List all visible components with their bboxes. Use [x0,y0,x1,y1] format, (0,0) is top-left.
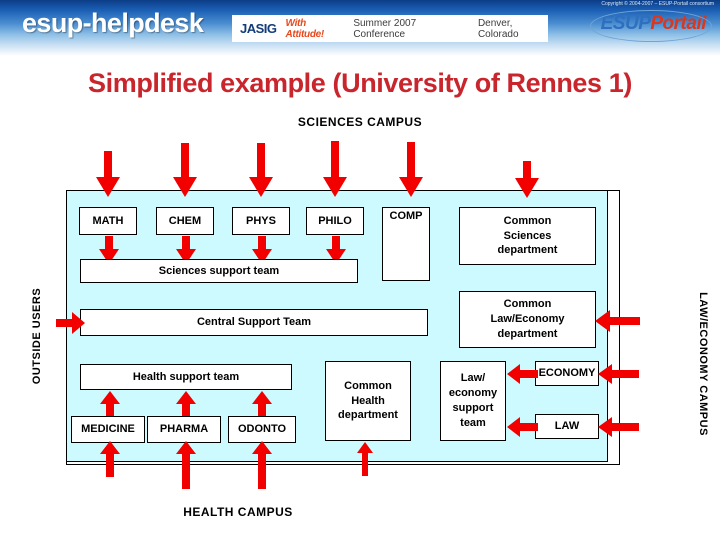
box-central-support-team[interactable]: Central Support Team [80,309,428,336]
arrow-down-common-sciences [512,161,542,200]
box-sciences-support-team[interactable]: Sciences support team [80,259,358,283]
box-line: Common [503,214,552,227]
box-line: Health [351,394,385,407]
arrow-up-common-health-external [356,442,374,476]
box-law[interactable]: LAW [535,414,599,439]
box-math[interactable]: MATH [79,207,137,235]
box-comp[interactable]: COMP [382,207,430,281]
conference-city: Denver, Colorado [477,17,519,40]
esup-helpdesk-logo: esup-helpdesk [22,8,204,38]
esup-logo-text-portail: Portail [650,13,706,34]
arrow-up-pharma-to-support [175,391,197,417]
box-law-economy-support-team[interactable]: Law/ economy support team [440,361,506,441]
arrow-down-phys [246,143,276,199]
arrow-up-medicine-to-support [99,391,121,417]
box-medicine[interactable]: MEDICINE [71,416,145,443]
esup-portail-logo: ESUPPortail [600,13,707,35]
arrow-left-law-to-support [506,416,538,438]
box-line: Law/Economy [490,313,565,326]
box-line: support [452,402,494,414]
box-line: Law/ [460,372,486,385]
arrow-up-odonto-external [251,441,273,489]
box-pharma[interactable]: PHARMA [147,416,221,443]
conference-name: Summer 2007 Conference [353,17,417,40]
arrow-left-law-external [597,416,639,438]
arrow-left-economy-external [597,363,639,385]
box-chem[interactable]: CHEM [156,207,214,235]
box-economy[interactable]: ECONOMY [535,361,599,386]
arrow-left-into-common-law-economy [594,309,640,333]
arrow-up-medicine-external [99,441,121,477]
box-line: economy [448,387,498,400]
jasig-tagline: With Attitude! [285,17,325,40]
box-line: team [460,416,486,429]
box-line: Common [503,298,552,311]
arrow-down-philo [320,141,350,199]
arrow-left-economy-to-support [506,363,538,385]
box-health-support-team[interactable]: Health support team [80,364,292,390]
box-odonto[interactable]: ODONTO [228,416,296,443]
outside-users-label: OUTSIDE USERS [31,287,43,385]
box-phys[interactable]: PHYS [232,207,290,235]
law-economy-campus-label: LAW/ECONOMY CAMPUS [697,292,709,436]
arrow-up-odonto-to-support [251,391,273,417]
arrow-down-math [93,151,123,199]
jasig-logo: JASIG [240,21,277,36]
box-line: department [338,409,398,422]
jasig-conference-banner: JASIG With Attitude! Summer 2007 Confere… [232,15,548,42]
box-line: department [497,327,558,340]
page-header: esup-helpdesk Copyright © 2004-2007 – ES… [0,0,720,56]
arrow-down-chem [170,143,200,199]
box-philo[interactable]: PHILO [306,207,364,235]
arrow-up-pharma-external [175,441,197,489]
box-line: Common [344,379,392,392]
arrow-down-comp [396,142,426,199]
esup-logo-text-esup: ESUP [600,13,651,34]
box-common-sciences-department[interactable]: Common Sciences department [459,207,596,265]
sciences-campus-label: SCIENCES CAMPUS [297,115,423,129]
copyright-notice: Copyright © 2004-2007 – ESUP-Portail con… [601,1,714,7]
box-line: department [497,244,558,257]
health-campus-label: HEALTH CAMPUS [183,505,293,519]
box-common-health-department[interactable]: Common Health department [325,361,411,441]
box-common-law-economy-department[interactable]: Common Law/Economy department [459,291,596,348]
arrow-right-outside-users [56,311,86,335]
box-line: Sciences [503,229,552,242]
slide-title: Simplified example (University of Rennes… [88,68,632,98]
